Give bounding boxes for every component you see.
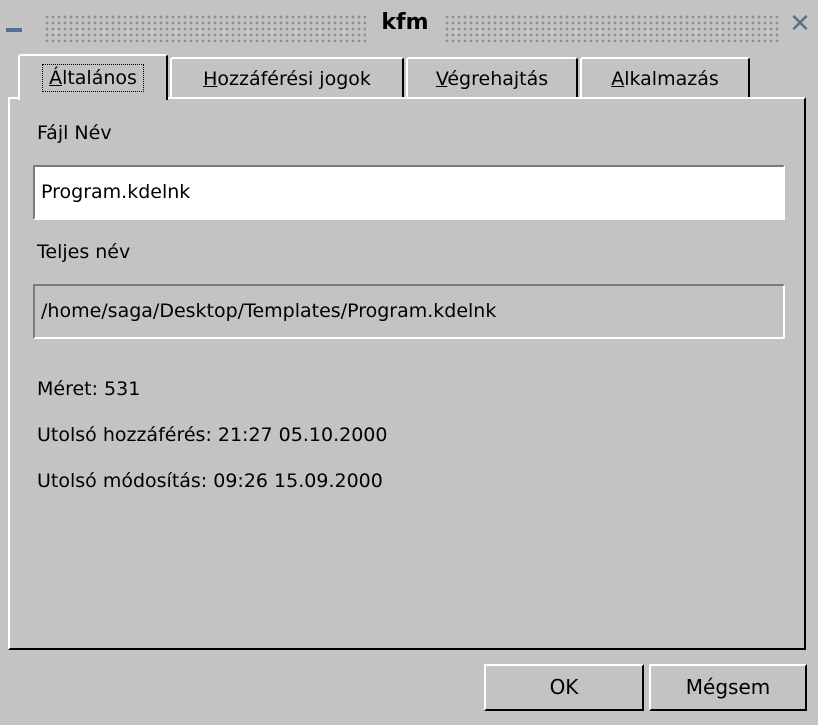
tab-application[interactable]: Alkalmazás: [580, 57, 750, 97]
tab-permissions-label: Hozzáférési jogok: [203, 68, 371, 90]
last-access-text: Utolsó hozzáférés: 21:27 05.10.2000: [37, 424, 388, 446]
fullname-label: Teljes név: [37, 241, 131, 263]
title-grip-left: [44, 14, 366, 42]
tab-permissions[interactable]: Hozzáférési jogok: [170, 57, 404, 97]
size-text: Méret: 531: [37, 378, 141, 400]
fullname-field: /home/saga/Desktop/Templates/Program.kde…: [33, 284, 785, 339]
filename-input[interactable]: Program.kdelnk: [33, 165, 785, 220]
tab-application-label: Alkalmazás: [611, 68, 719, 90]
tab-execute[interactable]: Végrehajtás: [406, 57, 578, 97]
filename-label: Fájl Név: [37, 122, 112, 144]
title-grip-right: [444, 14, 780, 42]
tab-general[interactable]: Általános: [18, 54, 168, 100]
ok-button[interactable]: OK: [484, 664, 644, 711]
tab-execute-label: Végrehajtás: [435, 68, 549, 90]
minimize-icon[interactable]: [6, 28, 22, 32]
last-modified-text: Utolsó módosítás: 09:26 15.09.2000: [37, 470, 383, 492]
cancel-button[interactable]: Mégsem: [649, 664, 807, 711]
tab-general-label: Általános: [42, 64, 144, 92]
title-bar[interactable]: kfm ✕: [0, 0, 818, 44]
close-icon[interactable]: ✕: [787, 11, 813, 37]
window-title: kfm: [381, 10, 429, 35]
